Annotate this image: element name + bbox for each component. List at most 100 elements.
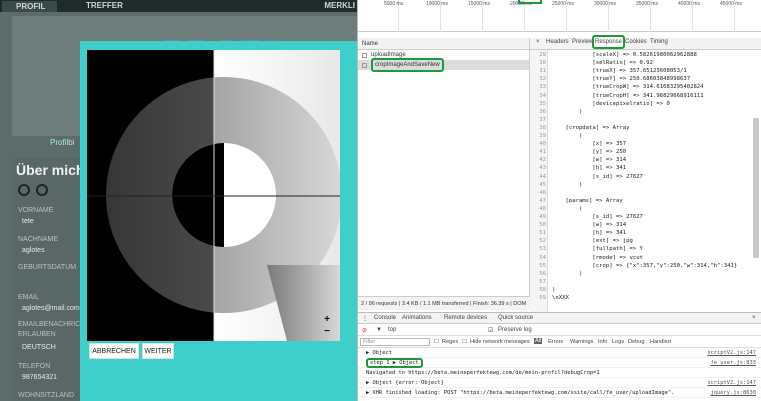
line-number: 45 — [539, 181, 546, 188]
request-detail-tabs: × Headers Preview Response Cookies Timin… — [530, 35, 761, 50]
gender-male-icon[interactable] — [18, 184, 30, 196]
tab-timing[interactable]: Timing — [650, 39, 668, 45]
field-value: tete — [22, 218, 34, 225]
crop-modal: + − ABBRECHEN WEITER — [80, 41, 357, 401]
code-line: [w] => 314 — [552, 157, 627, 164]
timeline-highlight — [518, 0, 542, 4]
console-message[interactable]: step 1 ▶ Object fe_user.js:833 — [358, 358, 761, 368]
filter-level-all[interactable]: All — [534, 338, 543, 344]
devtools-panel: 5000 ms 10000 ms 15000 ms 20000 ms 25000… — [357, 0, 761, 401]
line-number: 38 — [539, 124, 546, 131]
console-message[interactable]: ▶ XHR finished loading: POST "https://be… — [358, 388, 761, 398]
filter-level-warnings[interactable]: Warnings — [570, 339, 593, 345]
next-button[interactable]: WEITER — [142, 343, 174, 359]
tab-console[interactable]: Console — [374, 315, 396, 321]
console-filter-input[interactable]: Filter — [360, 338, 430, 346]
nav-profil[interactable]: PROFIL — [2, 1, 58, 12]
console-message-text: ▶ Object — [366, 350, 392, 356]
console-message-text: ▶ Object {error: Object} — [366, 380, 444, 386]
regex-checkbox[interactable]: ☐ — [434, 339, 439, 345]
line-number: 35 — [539, 100, 546, 107]
field-value: aglotes@mail.com — [22, 305, 80, 312]
code-line: ( — [552, 133, 583, 139]
gender-female-icon[interactable] — [36, 184, 48, 196]
tab-quick-source[interactable]: Quick source — [498, 315, 533, 321]
preserve-log-label: Preserve log — [498, 327, 532, 333]
line-number: 54 — [539, 254, 546, 261]
tab-animations[interactable]: Animations — [402, 315, 432, 321]
line-number: 48 — [539, 205, 546, 212]
code-line: [w] => 314 — [552, 222, 627, 229]
line-number: 41 — [539, 149, 546, 156]
line-number: 40 — [539, 141, 546, 148]
filter-level-handled[interactable]: Handled — [650, 339, 671, 345]
line-number: 39 — [539, 133, 546, 139]
console-drawer: ⋮ Console Animations Remote devices Quic… — [358, 312, 761, 401]
tab-remote-devices[interactable]: Remote devices — [444, 315, 487, 321]
field-label: GEBURTSDATUM — [18, 264, 77, 271]
response-body[interactable]: 29 [scaleX] => 0.58261980062962888 30 [se… — [530, 50, 761, 314]
tab-response[interactable]: Response — [592, 35, 626, 49]
line-number: 46 — [539, 189, 546, 196]
filter-level-errors[interactable]: Errors — [548, 339, 563, 345]
code-line: [s_id] => 27627 — [552, 173, 643, 180]
line-number: 57 — [539, 278, 546, 285]
request-row-selected[interactable]: cropImageAndSaveNew — [358, 58, 529, 72]
crop-canvas[interactable]: + − — [87, 50, 340, 341]
console-source-link[interactable]: fe_user.js:833 — [711, 358, 756, 368]
field-value: 987654321 — [22, 374, 58, 381]
zoom-out-button[interactable]: − — [324, 326, 330, 337]
name-column-header[interactable]: Name — [358, 38, 529, 50]
console-source-link[interactable]: scriptV2.js:147 — [707, 348, 756, 358]
code-line: ) — [552, 286, 556, 293]
zoom-in-button[interactable]: + — [324, 314, 330, 325]
nav-treffer[interactable]: TREFFER — [86, 1, 123, 10]
code-line: ) — [552, 270, 583, 277]
console-toolbar: ⊘ ▼ top ☑ Preserve log — [358, 324, 761, 336]
close-drawer-icon[interactable]: × — [752, 315, 756, 321]
filter-level-debug[interactable]: Debug — [628, 339, 644, 345]
cancel-button[interactable]: ABBRECHEN — [89, 343, 139, 359]
code-line: [params] => Array — [552, 197, 623, 204]
timeline-tick: 10000 ms — [426, 1, 448, 7]
line-number: 44 — [539, 173, 546, 180]
network-timeline[interactable]: 5000 ms 10000 ms 15000 ms 20000 ms 25000… — [358, 0, 761, 32]
code-line: [trueY] => 250.68603848998637 — [552, 76, 691, 83]
timeline-tick: 35000 ms — [636, 1, 658, 7]
filter-icon[interactable]: ▼ — [376, 327, 382, 333]
tab-cookies[interactable]: Cookies — [625, 39, 647, 45]
close-icon[interactable]: × — [536, 39, 540, 45]
line-number: 51 — [539, 230, 546, 237]
hide-network-checkbox[interactable]: ☐ — [462, 339, 467, 345]
tab-headers[interactable]: Headers — [546, 39, 569, 45]
console-source-link[interactable]: jquery.js:8630 — [711, 388, 756, 398]
line-number: 55 — [539, 262, 546, 269]
timeline-tick: 30000 ms — [594, 1, 616, 7]
nav-merkliste[interactable]: MERKLI — [324, 1, 355, 10]
code-line: [y] => 250 — [552, 149, 627, 156]
clear-console-icon[interactable]: ⊘ — [362, 327, 367, 334]
line-number: 32 — [539, 76, 546, 83]
checkbox-icon[interactable]: ☑ — [488, 327, 493, 334]
filter-option[interactable]: Hide network messages — [470, 339, 530, 345]
response-scrollbar[interactable] — [753, 118, 759, 258]
console-source-link[interactable]: scriptV2.js:147 — [707, 378, 756, 388]
context-select[interactable]: top — [388, 327, 396, 333]
field-label: TELEFON — [18, 363, 51, 370]
console-message[interactable]: ▶ Object {error: Object} scriptV2.js:147 — [358, 378, 761, 388]
timeline-tick: 45000 ms — [720, 1, 742, 7]
line-number: 56 — [539, 270, 546, 277]
console-message-text: step 1 ▶ Object — [366, 358, 423, 368]
filter-level-logs[interactable]: Logs — [612, 339, 624, 345]
line-number: 30 — [539, 60, 546, 67]
menu-icon[interactable]: ⋮ — [362, 315, 368, 322]
network-status-bar: 2 / 96 requests | 3.4 KB / 1.1 MB transf… — [358, 296, 530, 310]
code-line: ( — [552, 205, 583, 212]
code-line: [h] => 341 — [552, 165, 627, 172]
line-number: 33 — [539, 84, 546, 91]
line-number: 43 — [539, 165, 546, 172]
console-message[interactable]: ▶ Object scriptV2.js:147 — [358, 348, 761, 358]
filter-level-info[interactable]: Info — [598, 339, 607, 345]
filter-option[interactable]: Regex — [442, 339, 458, 345]
tab-preview[interactable]: Preview — [572, 39, 593, 45]
